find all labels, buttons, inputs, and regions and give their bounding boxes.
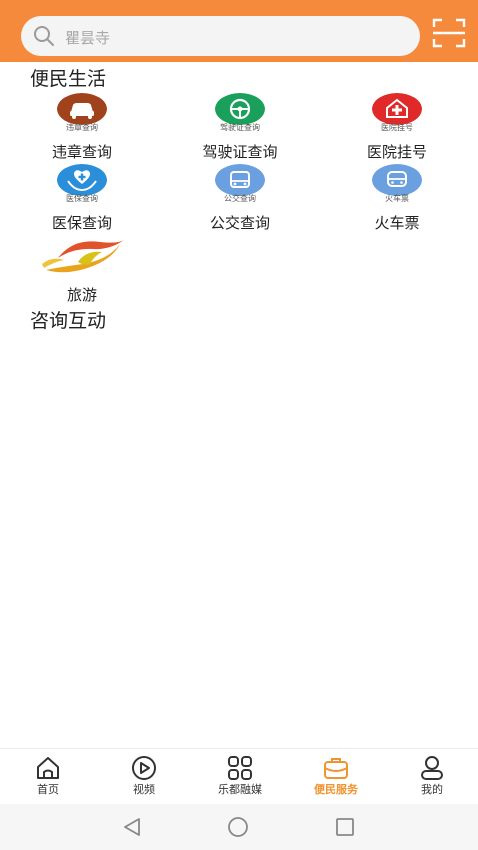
tab-label: 首页	[37, 784, 59, 796]
service-bus-query[interactable]: 公交查询 公交查询	[180, 164, 300, 234]
travel-logo-icon	[42, 240, 124, 273]
service-sub-label: 公交查询	[224, 194, 256, 203]
tab-label: 视频	[133, 784, 155, 796]
insurance-hands-icon	[57, 164, 107, 196]
search-icon	[34, 26, 54, 46]
recents-icon[interactable]	[334, 816, 356, 838]
tab-video[interactable]: 视频	[96, 749, 192, 805]
home-icon	[37, 757, 59, 779]
service-sub-label: 医院挂号	[381, 123, 413, 132]
search-placeholder: 瞿昙寺	[65, 30, 111, 47]
tab-label: 我的	[421, 784, 443, 796]
grid-icon	[228, 756, 252, 780]
search-bar[interactable]: 瞿昙寺	[21, 16, 420, 56]
user-icon	[421, 756, 443, 780]
bottom-tab-bar: 首页 视频 乐都融媒 便民服务 我的	[0, 748, 478, 804]
home-button-icon[interactable]	[227, 816, 249, 838]
hospital-icon	[372, 93, 422, 125]
system-navigation-bar	[0, 804, 478, 850]
service-label: 医院挂号	[366, 144, 427, 161]
service-travel[interactable]: 旅游	[22, 236, 142, 306]
service-train-ticket[interactable]: 火车票 火车票	[337, 164, 457, 234]
top-bar: 瞿昙寺	[0, 0, 478, 62]
service-hospital-register[interactable]: 医院挂号 医院挂号	[337, 93, 457, 163]
tab-label: 乐都融媒	[218, 784, 262, 796]
train-icon	[372, 164, 422, 196]
service-label: 违章查询	[51, 144, 112, 161]
service-label: 公交查询	[209, 215, 270, 232]
service-label: 旅游	[66, 287, 97, 304]
tab-profile[interactable]: 我的	[384, 749, 478, 805]
service-label: 火车票	[374, 215, 420, 232]
car-icon	[57, 93, 107, 125]
service-label: 驾驶证查询	[202, 144, 278, 161]
back-icon[interactable]	[121, 816, 143, 838]
play-icon	[132, 756, 156, 780]
briefcase-icon	[324, 758, 348, 779]
service-sub-label: 医保查询	[66, 194, 98, 203]
service-sub-label: 驾驶证查询	[220, 123, 260, 132]
bus-icon	[215, 164, 265, 196]
steering-wheel-icon	[215, 93, 265, 125]
tab-media[interactable]: 乐都融媒	[192, 749, 288, 805]
service-license-query[interactable]: 驾驶证查询 驾驶证查询	[180, 93, 300, 163]
service-sub-label: 火车票	[385, 194, 409, 203]
section-title-consult: 咨询互动	[30, 311, 107, 332]
scan-icon[interactable]	[432, 18, 466, 48]
service-sub-label: 违章查询	[66, 123, 98, 132]
service-label: 医保查询	[51, 215, 112, 232]
tab-services[interactable]: 便民服务	[288, 749, 384, 805]
section-title-life: 便民生活	[30, 69, 107, 90]
tab-label: 便民服务	[314, 784, 358, 796]
tab-home[interactable]: 首页	[0, 749, 96, 805]
service-medical-insurance[interactable]: 医保查询 医保查询	[22, 164, 142, 234]
service-violation-query[interactable]: 违章查询 违章查询	[22, 93, 142, 163]
